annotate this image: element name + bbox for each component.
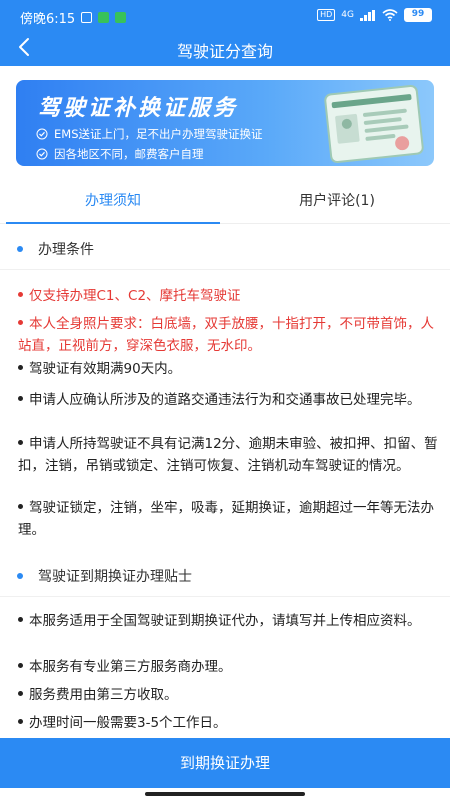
list-item-text: 本服务适用于全国驾驶证到期换证代办，请填写并上传相应资料。 xyxy=(29,613,421,629)
list-item: 本服务有专业第三方服务商办理。 xyxy=(18,656,438,678)
section-title: 驾驶证到期换证办理贴士 xyxy=(38,569,192,585)
section-header: 办理条件 xyxy=(0,226,450,270)
banner-title: 驾驶证补换证服务 xyxy=(38,96,239,121)
tab-bar: 办理须知 用户评论(1) xyxy=(0,178,450,224)
active-tab-indicator xyxy=(6,222,220,224)
list-item: 本服务适用于全国驾驶证到期换证代办，请填写并上传相应资料。 xyxy=(18,610,438,632)
bullet-icon xyxy=(18,439,23,445)
status-time: 傍晚6:15 xyxy=(20,12,76,27)
list-item-text: 本服务有专业第三方服务商办理。 xyxy=(29,659,232,675)
check-circle-icon xyxy=(36,128,48,140)
banner-line: EMS送证上门，足不出户办理驾驶证换证 xyxy=(36,126,263,142)
list-item: 本人全身照片要求：白底墙，双手放腰，十指打开，不可带首饰，人站直，正视前方，穿深… xyxy=(18,313,438,357)
service-banner[interactable]: 驾驶证补换证服务 EMS送证上门，足不出户办理驾驶证换证 因各地区不同，邮费客户… xyxy=(16,80,434,166)
signal-icon xyxy=(360,9,375,21)
bullet-icon xyxy=(18,364,23,370)
bullet-icon xyxy=(18,718,23,724)
section-dot-icon xyxy=(17,573,23,579)
list-item-text: 申请人所持驾驶证不具有记满12分、逾期未审验、被扣押、扣留、暂扣，注销，吊销或锁… xyxy=(18,436,438,474)
bullet-icon xyxy=(18,662,23,668)
top-bar: 傍晚6:15 HD 4G 99 驾驶证分查询 xyxy=(0,0,450,66)
bullet-icon xyxy=(18,503,23,509)
wifi-icon xyxy=(382,9,398,21)
driver-license-card-illustration xyxy=(324,84,424,164)
battery-indicator: 99 xyxy=(404,8,432,22)
shield-notification-icon xyxy=(81,12,93,23)
app-notification-icon xyxy=(115,12,127,23)
page-title: 驾驶证分查询 xyxy=(176,42,273,61)
tab-instructions[interactable]: 办理须知 xyxy=(6,178,220,224)
list-item-text: 驾驶证锁定，注销，坐牢，吸毒，延期换证，逾期超过一年等无法办理。 xyxy=(18,500,434,538)
bullet-icon xyxy=(18,291,23,297)
bullet-icon xyxy=(18,690,23,696)
bullet-icon xyxy=(18,319,23,325)
list-item: 服务费用由第三方收取。 xyxy=(18,684,438,706)
list-item: 仅支持办理C1、C2、摩托车驾驶证 xyxy=(18,285,438,307)
download-notification-icon xyxy=(98,12,110,23)
list-item-text: 驾驶证有效期满90天内。 xyxy=(29,361,182,377)
section-dot-icon xyxy=(17,246,23,252)
list-item-text: 办理时间一般需要3-5个工作日。 xyxy=(29,715,227,731)
check-circle-icon xyxy=(36,148,48,160)
list-item: 办理时间一般需要3-5个工作日。 xyxy=(18,712,438,734)
list-item-text: 申请人应确认所涉及的道路交通违法行为和交通事故已处理完毕。 xyxy=(29,392,421,408)
network-type: 4G xyxy=(341,10,354,20)
list-item: 申请人所持驾驶证不具有记满12分、逾期未审验、被扣押、扣留、暂扣，注销，吊销或锁… xyxy=(18,433,438,477)
banner-line-text: 因各地区不同，邮费客户自理 xyxy=(54,147,204,161)
banner-line-text: EMS送证上门，足不出户办理驾驶证换证 xyxy=(54,127,263,141)
list-item: 申请人应确认所涉及的道路交通违法行为和交通事故已处理完毕。 xyxy=(18,389,438,411)
home-indicator[interactable] xyxy=(145,792,305,796)
section-header: 驾驶证到期换证办理贴士 xyxy=(0,553,450,597)
status-bar: 傍晚6:15 HD 4G 99 xyxy=(0,0,450,30)
bullet-icon xyxy=(18,616,23,622)
renew-license-button[interactable]: 到期换证办理 xyxy=(0,738,450,788)
list-item-text: 服务费用由第三方收取。 xyxy=(29,687,178,703)
banner-line: 因各地区不同，邮费客户自理 xyxy=(36,146,204,162)
list-item: 驾驶证有效期满90天内。 xyxy=(18,358,438,380)
list-item-text: 仅支持办理C1、C2、摩托车驾驶证 xyxy=(29,288,241,304)
list-item-text: 本人全身照片要求：白底墙，双手放腰，十指打开，不可带首饰，人站直，正视前方，穿深… xyxy=(18,316,434,354)
tab-user-reviews[interactable]: 用户评论(1) xyxy=(230,178,444,224)
hd-icon: HD xyxy=(317,9,336,21)
section-title: 办理条件 xyxy=(38,242,94,258)
bullet-icon xyxy=(18,395,23,401)
list-item: 驾驶证锁定，注销，坐牢，吸毒，延期换证，逾期超过一年等无法办理。 xyxy=(18,497,438,541)
